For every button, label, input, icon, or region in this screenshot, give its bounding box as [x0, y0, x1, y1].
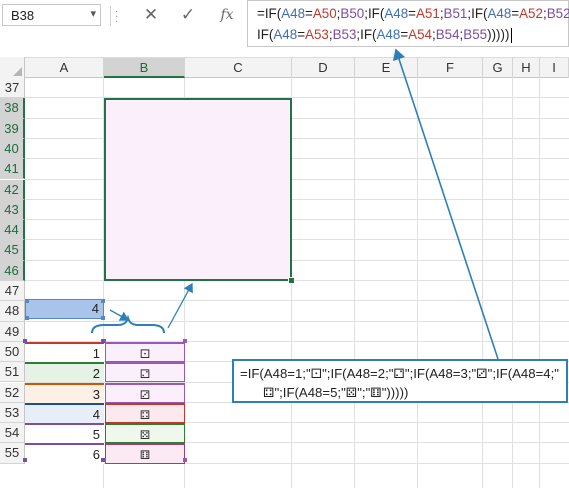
arrow-to-result: [167, 282, 193, 329]
range-handle: [101, 339, 105, 343]
annotation-overlay: [23, 48, 499, 462]
brace-mark: [91, 314, 165, 334]
range-handle: [101, 299, 105, 303]
range-handle: [25, 299, 29, 303]
callout-line-1: =IF(A48=1;"⚀";IF(A48=2;"⚁";IF(A48=3;"⚂";…: [240, 366, 559, 381]
callout-line-2: ⚃";IF(A48=5;"⚄";"⚅"))))): [263, 385, 409, 400]
range-handle: [101, 316, 105, 320]
range-handle: [183, 458, 187, 462]
arrow-a48-to-table: [109, 309, 130, 321]
range-handle: [183, 339, 187, 343]
arrow-callout-to-formula: [392, 48, 499, 360]
range-handle: [25, 316, 29, 320]
range-handle: [23, 458, 27, 462]
formula-callout: =IF(A48=1;"⚀";IF(A48=2;"⚁";IF(A48=3;"⚂";…: [232, 359, 568, 403]
range-handle: [23, 339, 27, 343]
range-handle: [101, 458, 105, 462]
